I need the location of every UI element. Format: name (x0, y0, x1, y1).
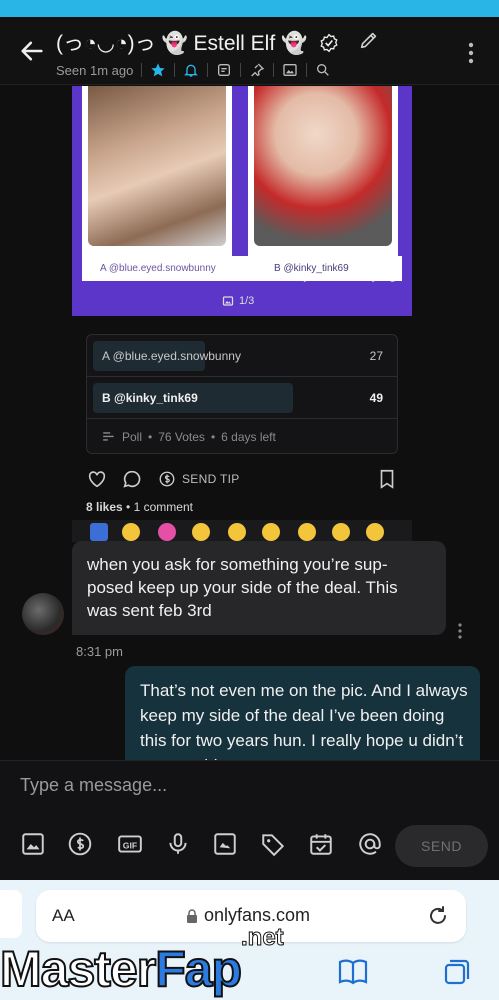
dollar-icon (159, 471, 175, 487)
image-icon (222, 296, 234, 306)
system-status-bar (0, 0, 499, 17)
gif-icon[interactable]: GIF (117, 831, 143, 857)
divider (306, 63, 308, 77)
poll-option-b[interactable]: B @kinky_tink69 49 (87, 377, 397, 419)
poll-photo-a (82, 86, 232, 256)
caption-a: A @blue.eyed.snowbunny (100, 263, 216, 274)
watermark-text: MasterFap (0, 940, 243, 998)
message-timestamp: 8:31 pm (76, 644, 123, 659)
bell-icon[interactable] (183, 62, 199, 78)
reader-aa-button[interactable]: AA (52, 906, 75, 926)
media-icon (90, 523, 108, 541)
verified-icon (320, 33, 338, 53)
emoji-icon (262, 523, 280, 541)
poll-option-label: A @blue.eyed.snowbunny (102, 349, 241, 363)
emoji-icon (332, 523, 350, 541)
poll-photo-b (248, 86, 398, 256)
star-icon[interactable] (150, 62, 166, 78)
last-seen: Seen 1m ago (56, 62, 134, 78)
url-text: onlyfans.com (204, 905, 311, 925)
reaction-strip[interactable] (72, 520, 412, 542)
dollar-icon[interactable] (67, 831, 93, 857)
emoji-icon (192, 523, 210, 541)
comment-icon[interactable] (121, 468, 143, 490)
media-counter-text: 1/3 (239, 295, 255, 307)
heart-icon[interactable] (86, 468, 108, 490)
note-icon[interactable] (216, 62, 232, 78)
divider (174, 63, 176, 77)
previous-tab-edge[interactable] (0, 890, 22, 938)
message-input[interactable]: Type a message... (20, 775, 167, 796)
poll-option-label: B @kinky_tink69 (102, 391, 198, 405)
poll-option-count: 49 (369, 391, 383, 405)
svg-text:GIF: GIF (123, 840, 137, 850)
media-counter: 1/3 (222, 292, 266, 310)
vault-icon[interactable] (212, 831, 238, 857)
send-tip-button[interactable]: SEND TIP (158, 468, 240, 490)
poll: A @blue.eyed.snowbunny 27 B @kinky_tink6… (86, 334, 398, 454)
dot-separator: • (126, 500, 134, 514)
emoji-icon (122, 523, 140, 541)
poll-votes: 76 Votes (158, 430, 205, 444)
edit-icon[interactable] (358, 29, 380, 51)
divider (240, 63, 242, 77)
likes-row[interactable]: 8 likes • 1 comment (86, 500, 193, 514)
dot-separator: • (210, 430, 216, 444)
poll-type: Poll (122, 430, 143, 444)
image-icon[interactable] (282, 62, 298, 78)
chat-header: (っ◔◡◔)っ 👻 Estell Elf 👻 Seen 1m ago (0, 17, 499, 85)
outgoing-message-text: That’s not even me on the pic. And I alw… (140, 681, 468, 760)
poll-time-left: 6 days left (221, 430, 276, 444)
send-tip-label: SEND TIP (182, 472, 240, 486)
reload-icon[interactable] (426, 904, 450, 928)
message-composer: Type a message... GIF SEND (0, 760, 499, 880)
search-icon[interactable] (315, 62, 331, 78)
sparkle-heart-icon (158, 523, 176, 541)
likes-count: 8 likes (86, 500, 123, 514)
message-list[interactable]: A @blue.eyed.snowbunny B @kinky_tink69 O… (0, 86, 499, 760)
emoji-icon (228, 523, 246, 541)
microphone-icon[interactable] (165, 831, 191, 857)
url-display: onlyfans.com (186, 905, 310, 926)
outgoing-message[interactable]: That’s not even me on the pic. And I alw… (125, 666, 480, 760)
mention-icon[interactable] (357, 831, 383, 857)
incoming-message[interactable]: when you ask for something you’re sup-po… (72, 541, 446, 635)
divider (141, 63, 143, 77)
watermark-domain: .net (241, 924, 285, 952)
header-subrow: Seen 1m ago (56, 60, 331, 80)
bookmarks-icon[interactable] (337, 957, 369, 987)
media-watermark: OnlyFans.com/abbyking (288, 272, 396, 283)
poll-option-count: 27 (369, 349, 383, 363)
divider (207, 63, 209, 77)
bookmark-icon[interactable] (376, 468, 398, 490)
emoji-icon (298, 523, 316, 541)
price-tag-icon[interactable] (260, 831, 286, 857)
contact-name: (っ◔◡◔)っ 👻 Estell Elf 👻 (56, 32, 308, 55)
chat-title[interactable]: (っ◔◡◔)っ 👻 Estell Elf 👻 (56, 27, 339, 57)
kebab-icon[interactable] (461, 41, 481, 65)
send-button[interactable]: SEND (395, 825, 488, 867)
dot-separator: • (148, 430, 153, 444)
divider (273, 63, 275, 77)
image-icon[interactable] (20, 831, 46, 857)
site-watermark: MasterFap .net (0, 924, 310, 1000)
tabs-icon[interactable] (442, 957, 472, 987)
poll-icon (103, 432, 114, 441)
post-media[interactable]: A @blue.eyed.snowbunny B @kinky_tink69 O… (72, 86, 412, 316)
incoming-message-text: when you ask for something you’re sup-po… (87, 555, 398, 620)
message-options-icon[interactable] (454, 622, 466, 640)
emoji-icon (366, 523, 384, 541)
comments-count: 1 comment (133, 500, 193, 514)
poll-meta: Poll • 76 Votes • 6 days left (102, 430, 276, 444)
back-arrow-icon[interactable] (18, 37, 46, 65)
schedule-icon[interactable] (308, 831, 334, 857)
pin-icon[interactable] (249, 62, 265, 78)
post-actions: SEND TIP (86, 468, 398, 492)
lock-icon (187, 908, 197, 923)
poll-option-a[interactable]: A @blue.eyed.snowbunny 27 (87, 335, 397, 377)
avatar[interactable] (22, 593, 64, 635)
